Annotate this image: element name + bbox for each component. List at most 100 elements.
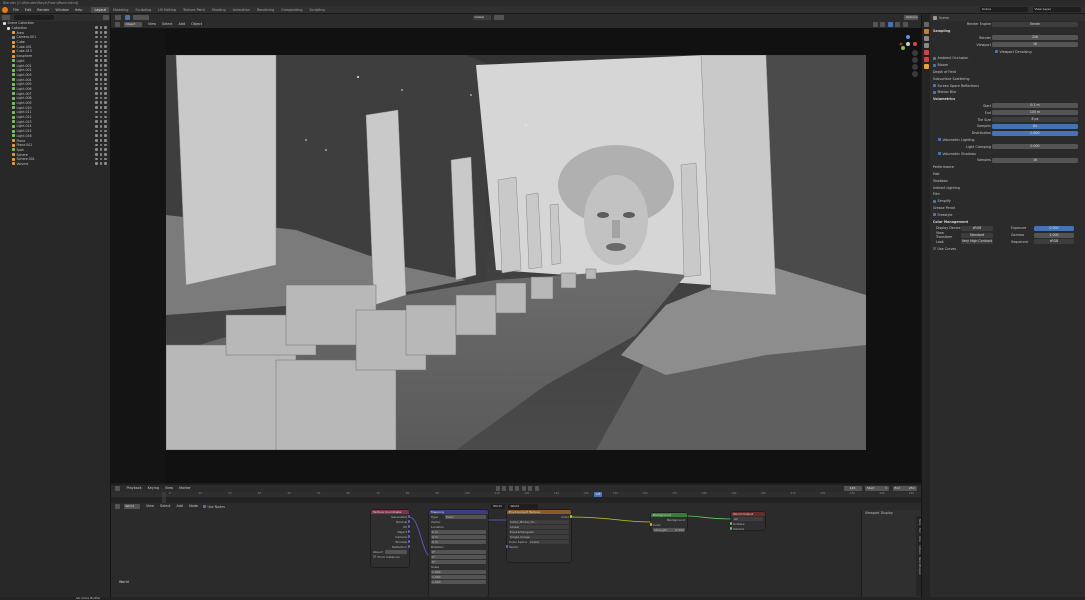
toggle-icon[interactable] — [104, 138, 107, 142]
volume-socket[interactable] — [729, 527, 733, 530]
viewport-display-header[interactable]: Viewport Display — [862, 510, 921, 516]
visibility-toggles[interactable] — [95, 35, 107, 39]
tab-shading[interactable]: Shading — [209, 7, 229, 13]
visibility-toggles[interactable] — [95, 110, 107, 114]
toggle-icon[interactable] — [99, 59, 103, 62]
editor-type-icon[interactable] — [115, 15, 121, 20]
simplify-row[interactable]: Simplify — [930, 198, 1085, 205]
toggle-icon[interactable] — [99, 49, 103, 53]
ao-row[interactable]: Ambient Occlusion — [930, 55, 1085, 62]
timeline-menu-view[interactable]: View — [162, 485, 176, 492]
toggle-icon[interactable] — [104, 148, 107, 151]
record-icon[interactable] — [495, 486, 500, 491]
environment-texture-node[interactable]: Environment Texture Color hdrpx_Bridal_C… — [505, 510, 573, 562]
scale-y-field[interactable]: 1.000 — [431, 574, 486, 579]
xray-icon[interactable] — [880, 22, 885, 27]
select-box-icon[interactable] — [124, 15, 130, 20]
toggle-icon[interactable] — [104, 129, 107, 133]
visibility-toggles[interactable] — [95, 148, 107, 151]
toggle-icon[interactable] — [104, 63, 107, 67]
checkbox-icon[interactable] — [995, 50, 998, 54]
visibility-toggles[interactable] — [95, 106, 107, 109]
visibility-toggles[interactable] — [95, 157, 107, 161]
object-tab-icon[interactable] — [923, 64, 929, 69]
snap-icon[interactable] — [494, 15, 504, 20]
side-tab-options[interactable]: Options — [916, 544, 921, 555]
toggle-icon[interactable] — [104, 82, 107, 86]
hair-row[interactable]: Hair — [930, 171, 1085, 178]
toggle-icon[interactable] — [104, 124, 107, 128]
toggle-icon[interactable] — [95, 120, 98, 123]
scale-z-field[interactable]: 1.000 — [431, 579, 486, 584]
checkbox-icon[interactable] — [933, 90, 936, 94]
sequencer-dropdown[interactable]: sRGB — [1034, 239, 1074, 245]
toggle-icon[interactable] — [99, 153, 103, 156]
gamma-field[interactable]: 1.000 — [1034, 232, 1074, 238]
toggle-icon[interactable] — [104, 35, 107, 39]
shader-type-dropdown[interactable]: World — [123, 504, 140, 509]
interpolation-dropdown[interactable]: Linear — [509, 524, 569, 529]
toggle-icon[interactable] — [95, 115, 98, 119]
tab-animation[interactable]: Animation — [230, 7, 253, 13]
outliner-search-input[interactable] — [13, 15, 54, 20]
pan-icon[interactable] — [912, 57, 918, 63]
toggle-icon[interactable] — [99, 31, 103, 34]
toggle-icon[interactable] — [99, 68, 103, 72]
world-datablock[interactable]: World — [508, 504, 539, 509]
timeline-menu-playback[interactable]: Playback — [124, 485, 145, 492]
editor-type-icon[interactable] — [2, 15, 10, 20]
tile-size-dropdown[interactable]: 8 px — [992, 117, 1078, 123]
exposure-field[interactable]: 0.000 — [1034, 225, 1074, 231]
grease-pencil-row[interactable]: Grease Pencil — [930, 205, 1085, 212]
toggle-icon[interactable] — [99, 162, 103, 166]
toggle-icon[interactable] — [95, 129, 98, 133]
viewport-samples-field[interactable]: 16 — [992, 42, 1078, 48]
visibility-toggles[interactable] — [95, 59, 107, 62]
toggle-icon[interactable] — [95, 138, 98, 142]
toggle-icon[interactable] — [104, 49, 107, 53]
distribution-field[interactable]: 0.800 — [992, 130, 1078, 136]
toggle-icon[interactable] — [99, 35, 103, 39]
next-key-icon[interactable] — [528, 486, 533, 491]
rendered-shading-icon[interactable] — [902, 22, 908, 27]
side-tab-tool[interactable]: Tool — [916, 527, 921, 534]
toggle-icon[interactable] — [99, 87, 103, 91]
toggle-icon[interactable] — [104, 31, 107, 34]
timeline-menu-marker[interactable]: Marker — [176, 485, 194, 492]
visibility-toggles[interactable] — [95, 153, 107, 156]
toggle-icon[interactable] — [104, 54, 107, 58]
toggle-icon[interactable] — [95, 110, 98, 114]
toggle-icon[interactable] — [99, 78, 103, 81]
toggle-icon[interactable] — [95, 148, 98, 151]
visibility-toggles[interactable] — [95, 129, 107, 133]
vector-socket[interactable] — [407, 540, 411, 543]
rotation-x-field[interactable]: 0° — [431, 549, 486, 554]
toggle-icon[interactable] — [95, 143, 98, 147]
checkbox-icon[interactable] — [933, 63, 936, 67]
transform-orientation-dropdown[interactable]: Global — [472, 15, 491, 20]
color-space-dropdown[interactable]: Linear — [529, 539, 569, 544]
visibility-toggles[interactable] — [95, 40, 107, 44]
toggle-icon[interactable] — [104, 143, 107, 147]
denoise-row[interactable]: Viewport Denoising — [930, 48, 1085, 55]
visibility-toggles[interactable] — [95, 120, 107, 123]
menu-window[interactable]: Window — [52, 6, 71, 14]
world-output-node[interactable]: World Output All Surface Volume — [729, 512, 765, 531]
camera-view[interactable] — [166, 55, 866, 450]
blender-logo-icon[interactable] — [2, 6, 8, 13]
vector-socket[interactable] — [407, 525, 411, 528]
toggle-icon[interactable] — [104, 101, 107, 105]
tool-tab-icon[interactable] — [923, 22, 929, 27]
toggle-icon[interactable] — [95, 31, 98, 34]
toggle-icon[interactable] — [95, 87, 98, 91]
sss-row[interactable]: Subsurface Scattering — [930, 75, 1085, 82]
toggle-icon[interactable] — [99, 82, 103, 86]
toggle-icon[interactable] — [99, 157, 103, 161]
rotation-y-field[interactable]: 0° — [431, 554, 486, 559]
vector-socket[interactable] — [407, 530, 411, 533]
visibility-toggles[interactable] — [95, 96, 107, 100]
toggle-icon[interactable] — [104, 157, 107, 161]
toggle-icon[interactable] — [104, 78, 107, 81]
visibility-toggles[interactable] — [95, 92, 107, 95]
current-frame-field[interactable]: 145 — [843, 486, 862, 491]
